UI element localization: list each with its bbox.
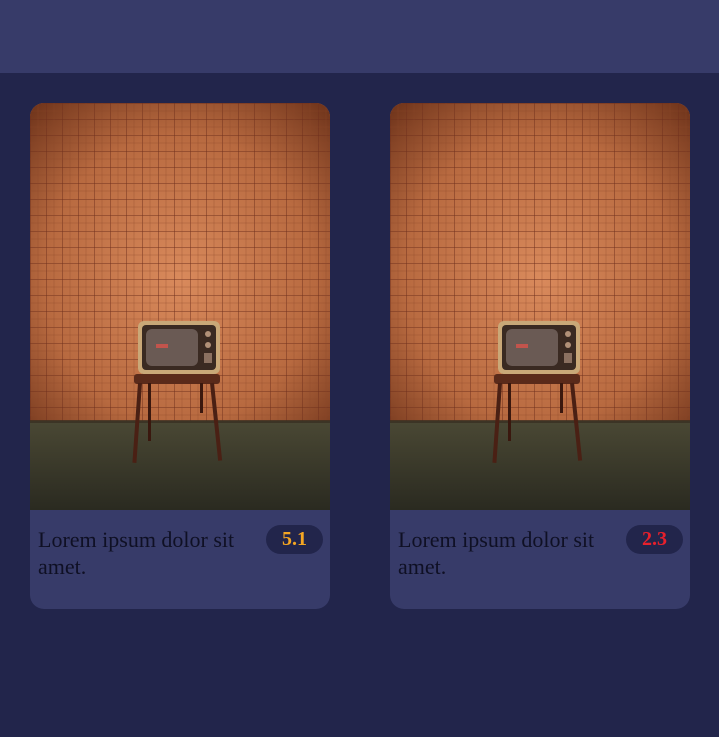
movie-poster-image: [390, 103, 690, 510]
movie-card[interactable]: Lorem ipsum dolor sit amet. 5.1: [30, 103, 330, 609]
movie-card[interactable]: Lorem ipsum dolor sit amet. 2.3: [390, 103, 690, 609]
rating-badge: 5.1: [266, 525, 323, 554]
movie-info: Lorem ipsum dolor sit amet. 2.3: [390, 510, 690, 609]
movie-poster-image: [30, 103, 330, 510]
top-header-bar: [0, 0, 719, 73]
movie-info: Lorem ipsum dolor sit amet. 5.1: [30, 510, 330, 609]
movie-title: Lorem ipsum dolor sit amet.: [398, 527, 595, 579]
movie-title: Lorem ipsum dolor sit amet.: [38, 527, 235, 579]
rating-badge: 2.3: [626, 525, 683, 554]
